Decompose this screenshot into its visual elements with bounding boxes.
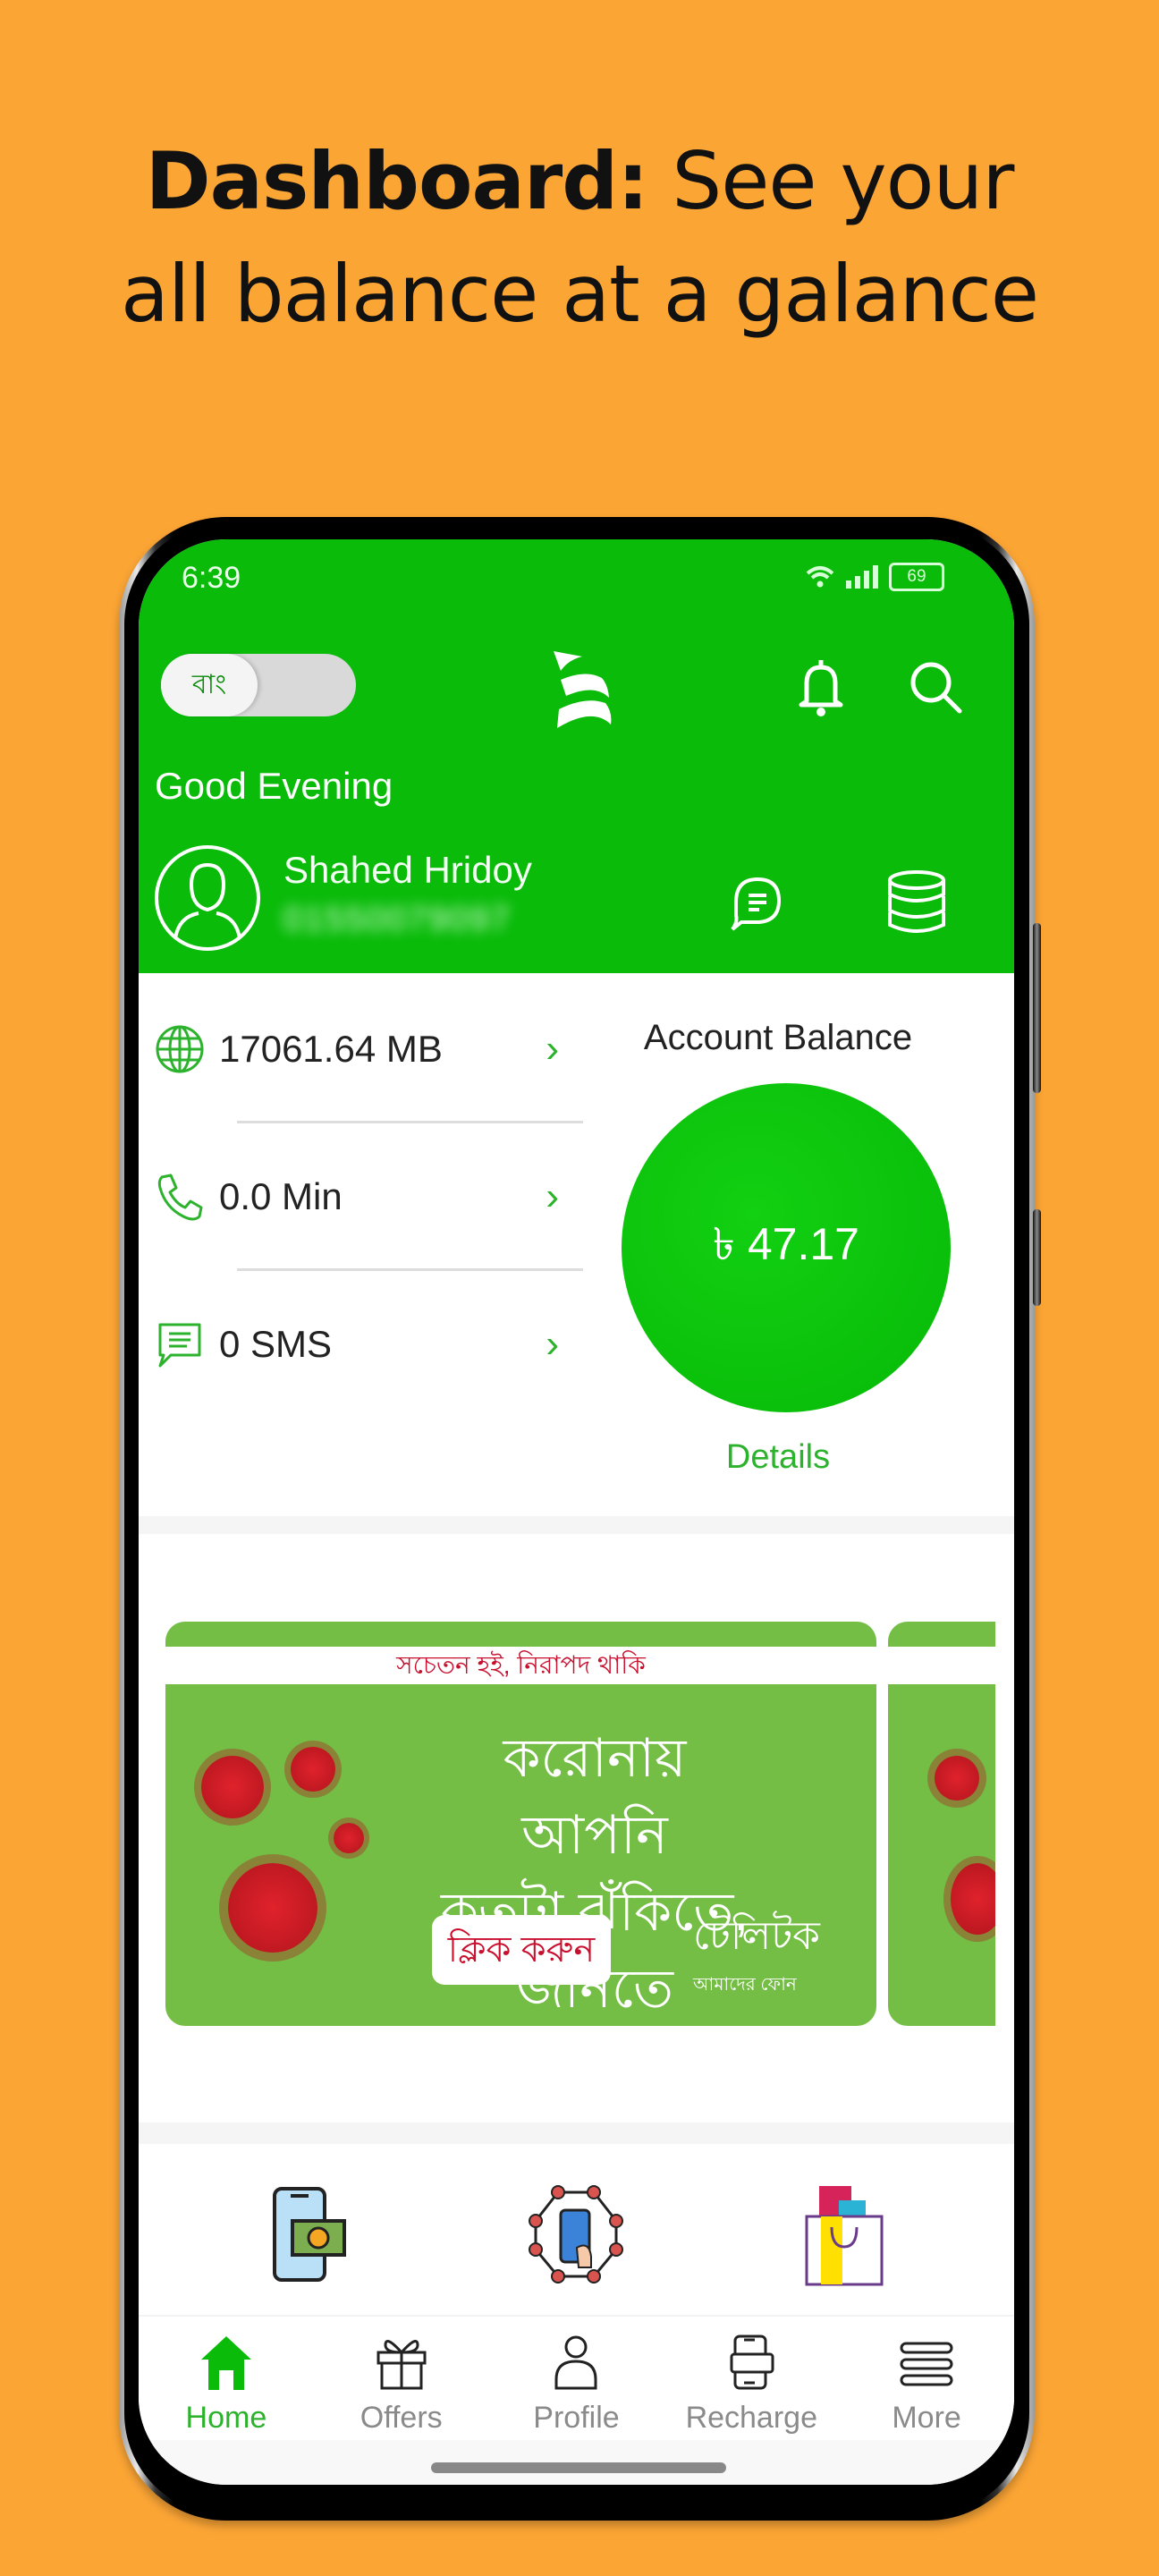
nav-profile-label: Profile <box>533 2401 620 2435</box>
headline-line2: all balance at a galance <box>121 248 1039 340</box>
greeting: Good Evening <box>155 765 393 807</box>
app-header: 6:39 69 বাং Good Evening Shahed Hridoy 0… <box>139 539 1014 973</box>
gift-icon <box>376 2340 427 2390</box>
details-link[interactable]: Details <box>630 1438 926 1477</box>
phone-icon <box>157 1174 203 1221</box>
phone-number: 01550079097 <box>283 901 512 938</box>
services-row <box>139 2145 1014 2324</box>
headline-rest: See your <box>647 135 1014 227</box>
banner-next-slide[interactable] <box>888 1622 995 2026</box>
home-icon <box>200 2336 251 2390</box>
service-shop[interactable] <box>791 2181 898 2288</box>
virus-illustration <box>201 1756 264 1818</box>
mobile-money-icon <box>272 2187 346 2282</box>
account-balance-title: Account Balance <box>643 1018 913 1057</box>
promo-headline: Dashboard: See your all balance at a gal… <box>0 125 1159 351</box>
user-avatar-icon <box>173 862 241 938</box>
bell-icon <box>799 660 843 716</box>
banner-carousel[interactable]: সচেতন হই, নিরাপদ থাকি করোনায় আপনি কতটা … <box>139 1595 1014 2087</box>
recharge-icon <box>730 2334 774 2390</box>
headline-bold: Dashboard: <box>145 135 649 227</box>
divider <box>237 1268 583 1271</box>
signal-icon <box>846 565 878 589</box>
banner-brand-tagline: আমাদের ফোন <box>693 1975 797 1995</box>
volume-button <box>1033 923 1041 1093</box>
chevron-right-icon: › <box>546 1027 559 1071</box>
banner-brand-name: টেলিটক <box>693 1914 820 1958</box>
minutes-balance: 0.0 Min <box>219 1175 343 1217</box>
banner-slide[interactable]: সচেতন হই, নিরাপদ থাকি করোনায় আপনি কতটা … <box>165 1622 876 2026</box>
balance-section: 17061.64 MB › 0.0 Min › 0 SMS › Account … <box>139 973 1014 1519</box>
home-indicator[interactable] <box>431 2462 726 2473</box>
virus-illustration <box>951 1863 995 1935</box>
usage-row-sms[interactable]: 0 SMS › <box>153 1309 573 1380</box>
sms-balance: 0 SMS <box>219 1323 333 1365</box>
notifications-button[interactable] <box>790 651 852 723</box>
person-icon <box>554 2335 597 2390</box>
service-mobile-money[interactable] <box>255 2181 362 2288</box>
banner-brand: টেলিটক আমাদের ফোন <box>693 1906 820 2001</box>
coins-button[interactable] <box>881 861 952 942</box>
battery-level: 69 <box>907 567 926 586</box>
nav-offers-label: Offers <box>360 2401 443 2435</box>
battery-icon: 69 <box>889 563 944 591</box>
avatar[interactable] <box>155 845 260 951</box>
user-name: Shahed Hridoy <box>283 849 532 891</box>
divider <box>237 1121 583 1123</box>
account-balance-amount: ৳ 47.17 <box>713 1218 859 1269</box>
section-separator <box>139 2123 1014 2144</box>
wifi-icon <box>806 566 834 588</box>
service-network[interactable] <box>522 2181 630 2288</box>
status-icons: 69 <box>805 563 944 591</box>
chat-icon <box>731 877 782 931</box>
virus-illustration <box>935 1756 979 1801</box>
language-toggle[interactable]: বাং <box>161 654 356 716</box>
language-toggle-knob: বাং <box>161 654 258 716</box>
virus-illustration <box>228 1863 317 1953</box>
status-time: 6:39 <box>182 561 241 595</box>
teletalk-logo <box>554 651 612 728</box>
power-button <box>1033 1209 1041 1306</box>
globe-icon <box>156 1025 204 1073</box>
network-phone-icon <box>529 2185 624 2284</box>
section-separator <box>139 1516 1014 1534</box>
search-icon <box>910 662 962 714</box>
nav-recharge-label: Recharge <box>685 2401 817 2435</box>
coins-icon <box>888 870 945 933</box>
banner-strip-text: সচেতন হই, নিরাপদ থাকি <box>165 1647 876 1684</box>
usage-row-minutes[interactable]: 0.0 Min › <box>153 1161 573 1233</box>
account-balance-circle[interactable]: ৳ 47.17 <box>622 1083 951 1412</box>
virus-illustration <box>291 1747 335 1792</box>
nav-home-label: Home <box>185 2401 267 2435</box>
data-balance: 17061.64 MB <box>219 1028 443 1070</box>
menu-icon <box>900 2342 953 2386</box>
banner-cta-button[interactable]: ক্লিক করুন <box>432 1915 611 1985</box>
chat-button[interactable] <box>720 867 791 938</box>
sms-icon <box>158 1323 201 1368</box>
chevron-right-icon: › <box>546 1174 559 1218</box>
virus-illustration <box>334 1823 364 1853</box>
chevron-right-icon: › <box>546 1322 559 1366</box>
banner-line1: করোনায় আপনি <box>503 1728 687 1865</box>
app-screen: 6:39 69 বাং Good Evening Shahed Hridoy 0… <box>139 539 1014 2485</box>
nav-more-label: More <box>892 2401 961 2435</box>
search-button[interactable] <box>904 654 967 720</box>
usage-row-data[interactable]: 17061.64 MB › <box>153 1013 573 1085</box>
shopping-bag-icon <box>805 2186 884 2286</box>
